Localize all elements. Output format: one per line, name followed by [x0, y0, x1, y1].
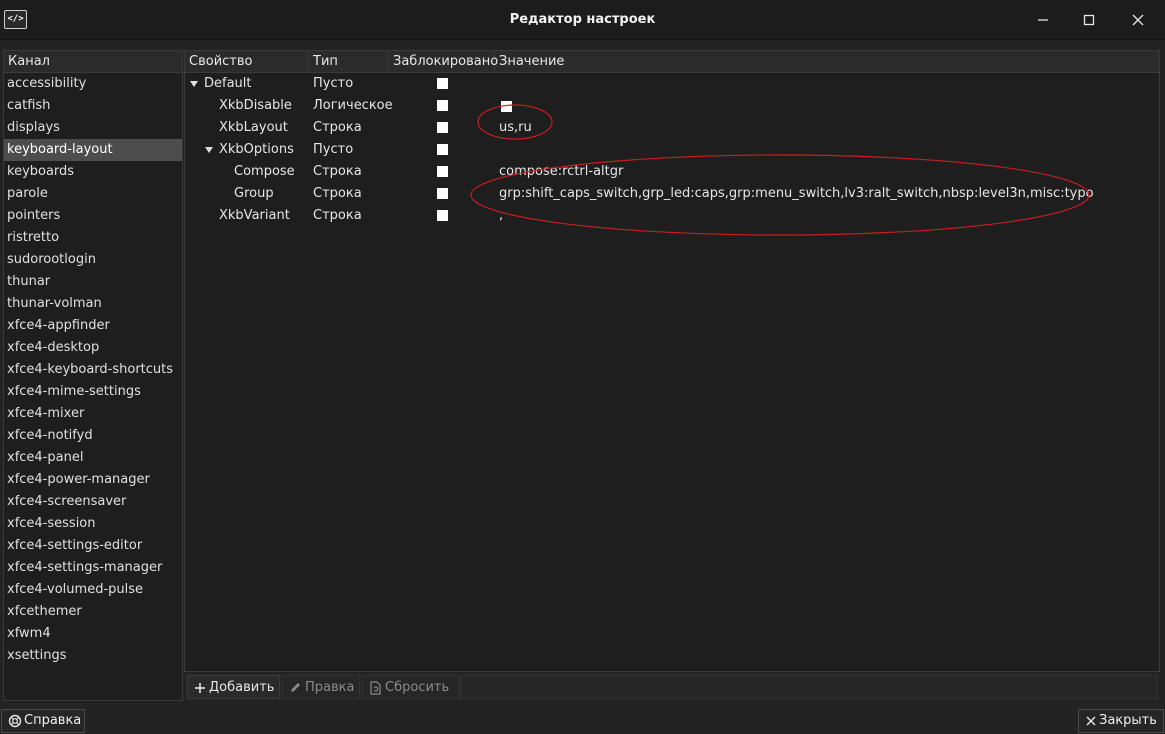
expander-down-icon[interactable]	[190, 81, 198, 87]
lifebuoy-icon	[8, 714, 22, 727]
property-row-default[interactable]: Default Пусто	[185, 73, 1159, 95]
property-value[interactable]: grp:shift_caps_switch,grp_led:caps,grp:m…	[499, 183, 1094, 205]
channel-item[interactable]: keyboard-layout	[4, 139, 182, 161]
column-header-value[interactable]: Значение	[495, 51, 1159, 73]
channel-item[interactable]: xfce4-session	[4, 513, 182, 535]
property-row-xkbvariant[interactable]: XkbVariant Строка ,	[185, 205, 1159, 227]
channel-item[interactable]: xfce4-settings-editor	[4, 535, 182, 557]
reset-button-label: Сбросить	[385, 680, 450, 695]
property-toolbar: Добавить Правка Сбросить	[185, 674, 1159, 700]
expander-down-icon[interactable]	[205, 147, 213, 153]
property-name: XkbDisable	[219, 98, 292, 113]
channel-item[interactable]: sudorootlogin	[4, 249, 182, 271]
property-row-xkbdisable[interactable]: XkbDisable Логическое	[185, 95, 1159, 117]
channel-item[interactable]: xfce4-notifyd	[4, 425, 182, 447]
channel-item[interactable]: xfce4-screensaver	[4, 491, 182, 513]
minimize-icon	[1038, 19, 1048, 21]
channel-item[interactable]: ristretto	[4, 227, 182, 249]
property-name: XkbVariant	[219, 208, 290, 223]
settings-editor-window: </> Редактор настроек Канал accessibilit…	[0, 0, 1165, 734]
plus-icon	[195, 682, 205, 693]
reset-document-icon	[370, 680, 381, 695]
property-row-group[interactable]: Group Строка grp:shift_caps_switch,grp_l…	[185, 183, 1159, 205]
channel-item[interactable]: xfce4-mime-settings	[4, 381, 182, 403]
property-type: Строка	[313, 208, 362, 223]
channel-item[interactable]: parole	[4, 183, 182, 205]
channel-item[interactable]: thunar-volman	[4, 293, 182, 315]
locked-checkbox[interactable]	[437, 144, 448, 155]
property-type: Пусто	[313, 142, 354, 157]
channel-item[interactable]: xfce4-keyboard-shortcuts	[4, 359, 182, 381]
locked-checkbox[interactable]	[437, 166, 448, 177]
close-window-button[interactable]	[1126, 8, 1150, 32]
property-type: Строка	[313, 120, 362, 135]
channel-list[interactable]: Канал accessibility catfish displays keyboa…	[3, 50, 183, 701]
locked-checkbox[interactable]	[437, 100, 448, 111]
close-icon	[1086, 716, 1096, 725]
pencil-icon	[291, 683, 300, 692]
property-type: Логическое	[313, 98, 393, 113]
property-type: Строка	[313, 164, 362, 179]
channel-item[interactable]: xfce4-settings-manager	[4, 557, 182, 579]
channel-item[interactable]: xfce4-volumed-pulse	[4, 579, 182, 601]
channel-item[interactable]: xfce4-power-manager	[4, 469, 182, 491]
property-name: Compose	[234, 164, 295, 179]
reset-button[interactable]: Сбросить	[362, 675, 459, 699]
channel-item[interactable]: catfish	[4, 95, 182, 117]
channel-item[interactable]: keyboards	[4, 161, 182, 183]
property-type: Строка	[313, 186, 362, 201]
property-value[interactable]: ,	[499, 205, 503, 227]
channel-item[interactable]: xfce4-appfinder	[4, 315, 182, 337]
title-bar[interactable]: </> Редактор настроек	[0, 0, 1165, 40]
channel-item[interactable]: accessibility	[4, 73, 182, 95]
property-name: Group	[234, 186, 274, 201]
maximize-button[interactable]	[1077, 8, 1101, 32]
locked-checkbox[interactable]	[437, 188, 448, 199]
channel-item[interactable]: xfce4-desktop	[4, 337, 182, 359]
channel-item[interactable]: pointers	[4, 205, 182, 227]
close-button-label: Закрыть	[1099, 713, 1157, 728]
property-name: XkbOptions	[219, 142, 294, 157]
property-name: Default	[204, 76, 252, 91]
property-row-xkboptions[interactable]: XkbOptions Пусто	[185, 139, 1159, 161]
channel-items: accessibility catfish displays keyboard-lay…	[4, 73, 182, 667]
toolbar-spacer	[460, 675, 1157, 699]
edit-button[interactable]: Правка	[282, 675, 360, 699]
help-button-label: Справка	[24, 713, 82, 728]
column-header-locked[interactable]: Заблокировано	[389, 51, 498, 73]
property-row-compose[interactable]: Compose Строка compose:rctrl-altgr	[185, 161, 1159, 183]
property-value[interactable]: compose:rctrl-altgr	[499, 161, 623, 183]
channel-item[interactable]: xfce4-panel	[4, 447, 182, 469]
property-value[interactable]: us,ru	[499, 117, 532, 139]
property-name: XkbLayout	[219, 120, 288, 135]
value-checkbox[interactable]	[501, 101, 512, 112]
edit-button-label: Правка	[305, 680, 355, 695]
close-button[interactable]: Закрыть	[1078, 709, 1164, 733]
property-grid-header: Свойство Тип Заблокировано Значение	[185, 51, 1159, 73]
app-code-icon: </>	[4, 10, 27, 29]
column-header-property[interactable]: Свойство	[185, 51, 309, 73]
channel-column-header[interactable]: Канал	[4, 51, 182, 73]
channel-item[interactable]: xfwm4	[4, 623, 182, 645]
property-grid[interactable]: Свойство Тип Заблокировано Значение Defa…	[184, 50, 1160, 672]
channel-item[interactable]: xfcethemer	[4, 601, 182, 623]
column-header-type[interactable]: Тип	[309, 51, 389, 73]
locked-checkbox[interactable]	[437, 78, 448, 89]
help-button[interactable]: Справка	[1, 709, 85, 733]
property-type: Пусто	[313, 76, 354, 91]
minimize-button[interactable]	[1031, 8, 1055, 32]
add-button[interactable]: Добавить	[187, 675, 280, 699]
add-button-label: Добавить	[209, 680, 275, 695]
channel-item[interactable]: xsettings	[4, 645, 182, 667]
channel-item[interactable]: thunar	[4, 271, 182, 293]
channel-item[interactable]: xfce4-mixer	[4, 403, 182, 425]
maximize-icon	[1083, 14, 1095, 26]
window-title: Редактор настроек	[509, 12, 656, 27]
close-icon	[1132, 14, 1144, 26]
channel-item[interactable]: displays	[4, 117, 182, 139]
locked-checkbox[interactable]	[437, 210, 448, 221]
property-row-xkblayout[interactable]: XkbLayout Строка us,ru	[185, 117, 1159, 139]
locked-checkbox[interactable]	[437, 122, 448, 133]
